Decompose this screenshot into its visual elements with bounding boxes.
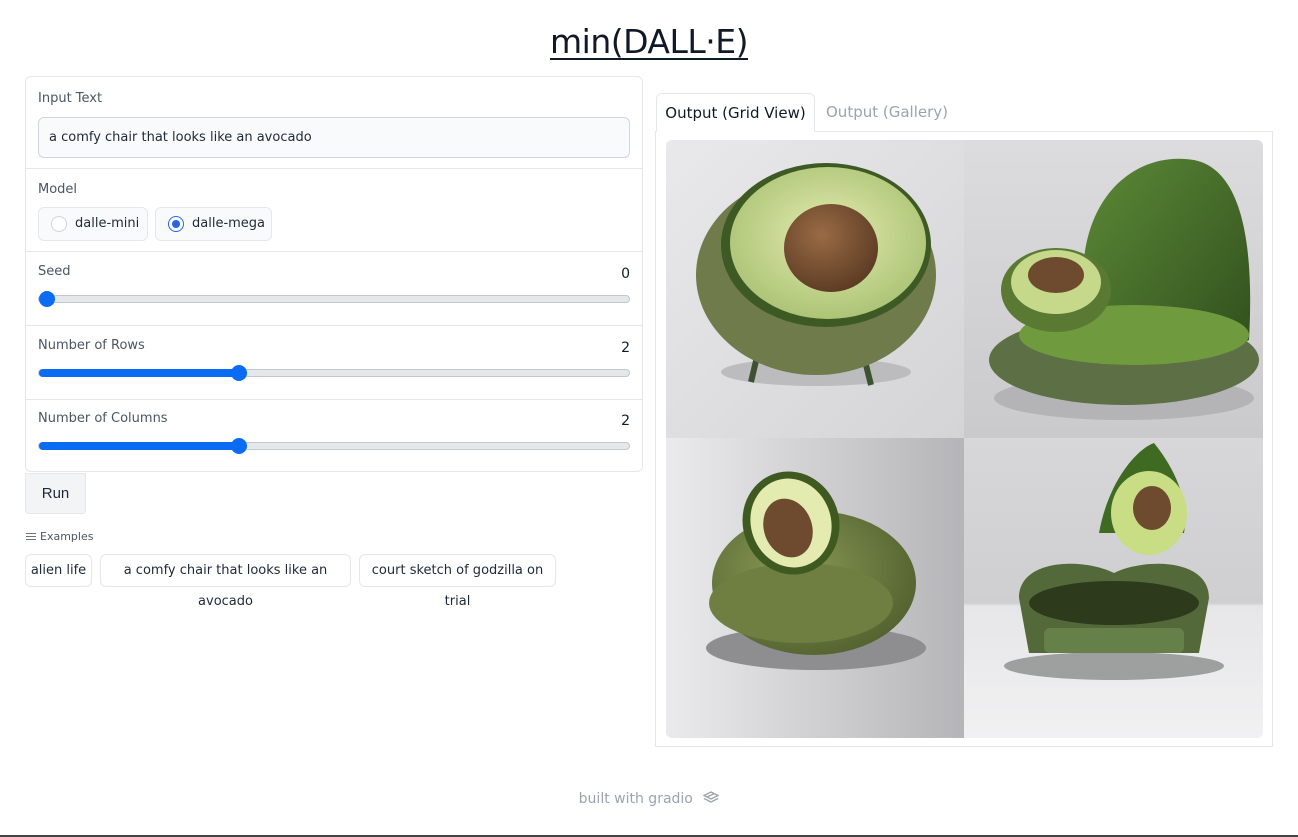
columns-block: Number of Columns 2 xyxy=(26,399,642,473)
model-label: Model xyxy=(38,182,78,197)
radio-dalle-mega-label: dalle-mega xyxy=(192,216,266,231)
rows-slider-fill xyxy=(39,369,239,377)
rows-slider-thumb[interactable] xyxy=(231,365,247,381)
columns-slider[interactable] xyxy=(38,438,630,454)
output-panel xyxy=(655,131,1273,747)
list-icon xyxy=(26,532,36,541)
radio-unchecked-icon xyxy=(51,216,67,232)
footer: built with gradio xyxy=(0,791,1298,809)
tab-output-gallery[interactable]: Output (Gallery) xyxy=(818,93,956,132)
avocado-chair-image xyxy=(964,140,1263,438)
rows-block: Number of Rows 2 xyxy=(26,326,642,400)
run-button[interactable]: Run xyxy=(25,473,86,514)
columns-value[interactable]: 2 xyxy=(621,413,630,429)
input-text-label: Input Text xyxy=(38,91,103,106)
model-block: Model dalle-mini dalle-mega xyxy=(26,169,642,252)
seed-label: Seed xyxy=(38,264,71,279)
rows-label: Number of Rows xyxy=(38,338,145,353)
seed-value[interactable]: 0 xyxy=(621,266,630,282)
avocado-chair-image xyxy=(666,438,964,738)
footer-text[interactable]: built with gradio xyxy=(579,791,693,807)
examples-label: Examples xyxy=(40,530,94,543)
avocado-chair-image xyxy=(666,140,964,438)
output-image-4[interactable] xyxy=(964,438,1263,738)
input-panel: Input Text a comfy chair that looks like… xyxy=(25,76,643,472)
example-chip[interactable]: a comfy chair that looks like an avocado xyxy=(100,554,351,609)
examples-header: Examples xyxy=(26,530,93,543)
output-image-grid xyxy=(666,140,1263,738)
input-text-block: Input Text a comfy chair that looks like… xyxy=(26,77,642,169)
page-title: min(DALL·E) xyxy=(550,22,749,61)
columns-slider-fill xyxy=(39,442,239,450)
output-image-3[interactable] xyxy=(666,438,964,738)
seed-slider[interactable] xyxy=(38,291,630,307)
columns-slider-thumb[interactable] xyxy=(231,438,247,454)
gradio-logo-icon xyxy=(702,791,720,809)
radio-dalle-mega[interactable]: dalle-mega xyxy=(155,207,272,241)
radio-dalle-mini-label: dalle-mini xyxy=(75,216,140,231)
output-image-1[interactable] xyxy=(666,140,964,438)
radio-checked-icon xyxy=(168,216,184,232)
input-text-field[interactable]: a comfy chair that looks like an avocado xyxy=(38,117,630,158)
avocado-chair-image xyxy=(964,438,1263,738)
seed-slider-thumb[interactable] xyxy=(39,291,55,307)
columns-label: Number of Columns xyxy=(38,411,168,426)
rows-value[interactable]: 2 xyxy=(621,340,630,356)
tab-output-grid-view[interactable]: Output (Grid View) xyxy=(656,93,815,132)
output-image-2[interactable] xyxy=(964,140,1263,438)
seed-block: Seed 0 xyxy=(26,252,642,326)
example-chip[interactable]: court sketch of godzilla on trial xyxy=(359,554,556,609)
rows-slider[interactable] xyxy=(38,365,630,381)
example-chip[interactable]: alien life xyxy=(25,554,92,587)
radio-dalle-mini[interactable]: dalle-mini xyxy=(38,207,148,241)
